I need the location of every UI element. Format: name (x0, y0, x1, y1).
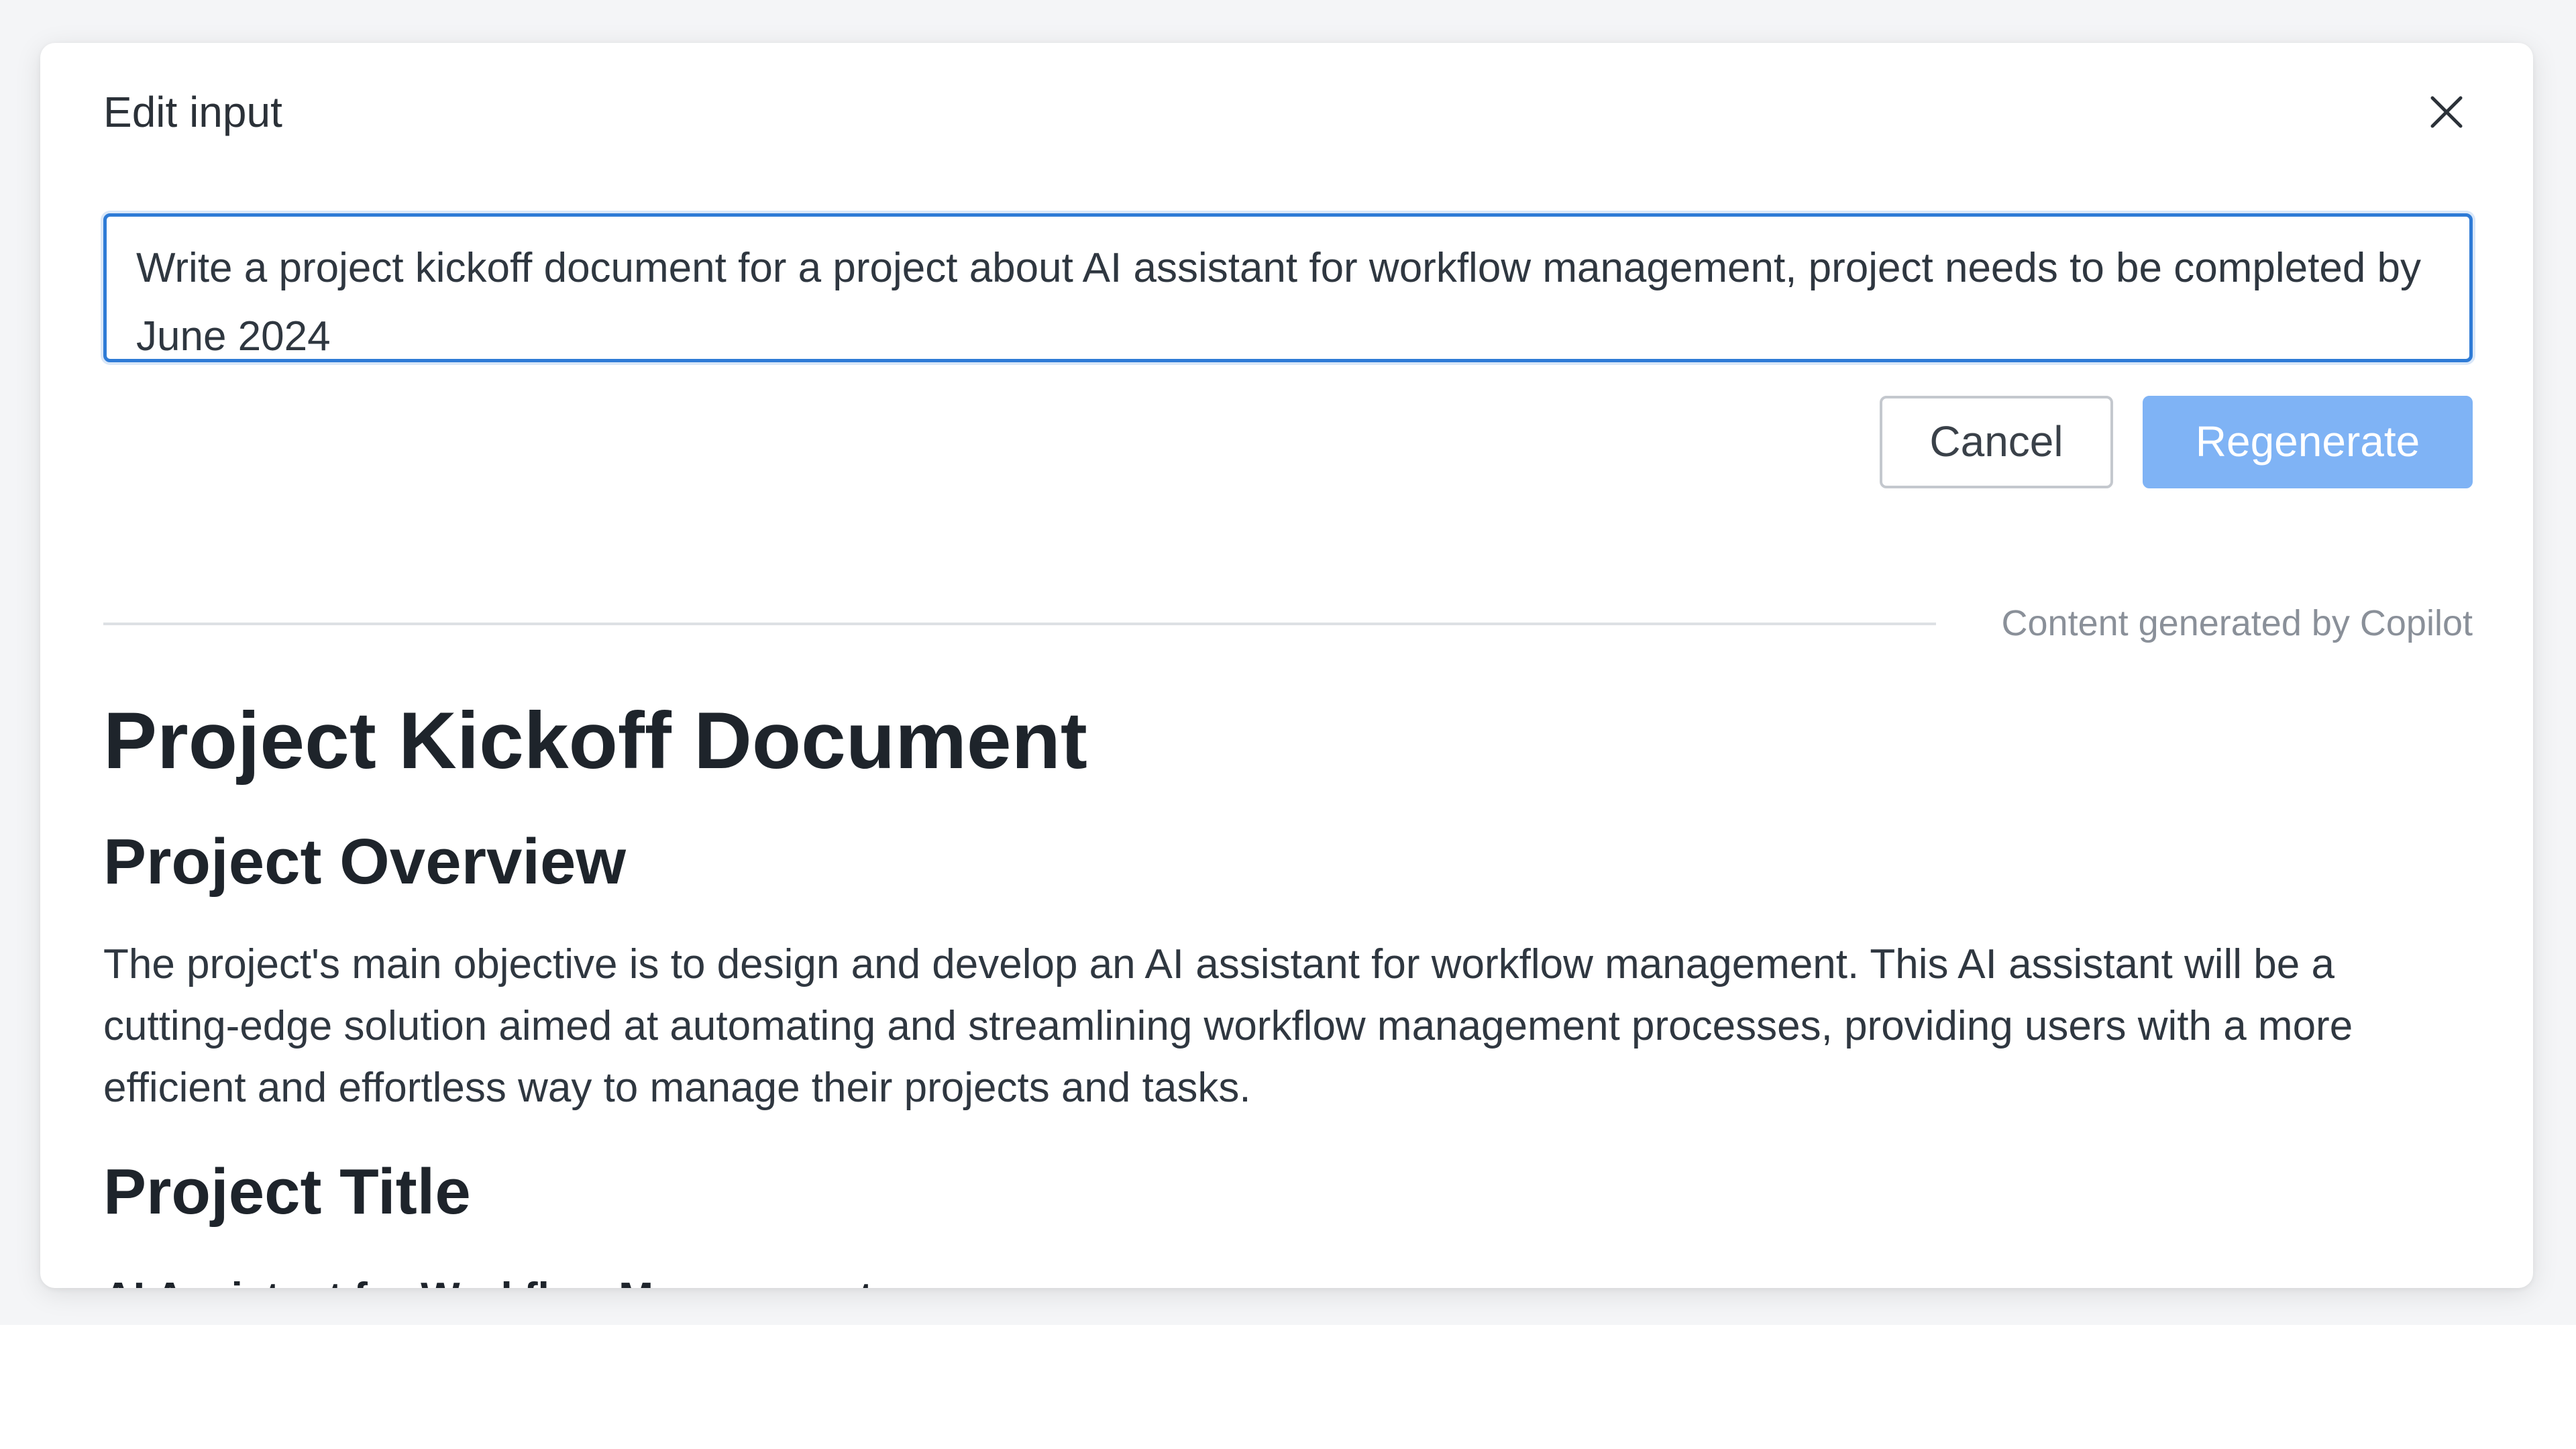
section-body-overview: The project's main objective is to desig… (103, 941, 2353, 1111)
generated-divider: Content generated by Copilot (103, 593, 2473, 653)
dialog-header: Edit input (103, 82, 2470, 142)
section-heading-overview: Project Overview (103, 826, 627, 898)
cancel-button[interactable]: Cancel (1880, 396, 2113, 488)
divider-line (103, 623, 1936, 625)
section-subheading-title: AI Assistant for Workflow Management (103, 1268, 2478, 1288)
section-heading-title: Project Title (103, 1156, 471, 1228)
close-button[interactable] (2423, 89, 2470, 136)
dialog-title: Edit input (103, 88, 282, 136)
prompt-input[interactable]: Write a project kickoff document for a p… (103, 213, 2473, 362)
edit-input-dialog: Edit input Write a project kickoff docum… (40, 43, 2533, 1288)
generated-by-caption: Content generated by Copilot (2001, 603, 2473, 643)
close-icon (2430, 96, 2463, 128)
regenerate-button[interactable]: Regenerate (2143, 396, 2473, 488)
generated-document: Project Kickoff Document Project Overvie… (103, 687, 2478, 1288)
document-heading: Project Kickoff Document (103, 696, 1087, 786)
